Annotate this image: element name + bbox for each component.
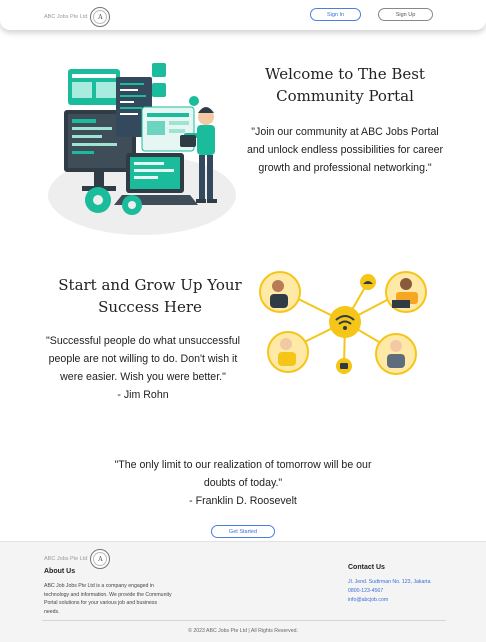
footer: ABC Jobs Pte Ltd A About Us ABC Job Jobs…: [0, 541, 486, 642]
grow-quote-author: - Jim Rohn: [117, 389, 169, 401]
contact-heading: Contact Us: [348, 564, 385, 571]
hero-quote: "Join our community at ABC Jobs Portal a…: [246, 126, 444, 174]
connected-people-network-illustration-icon: [259, 271, 427, 375]
footer-company-seal-logo-icon: A: [90, 549, 111, 569]
grow-quote-text: "Successful people do what unsuccessful …: [46, 335, 240, 383]
company-seal-logo-icon: A: [90, 7, 111, 27]
hero-title: Welcome to The Best Community Portal: [265, 65, 425, 105]
about-heading: About Us: [44, 568, 76, 575]
sign-up-button[interactable]: Sign Up: [378, 8, 433, 21]
contact-address[interactable]: Jl. Jend. Sudirman No. 123, Jakarta: [348, 579, 430, 585]
closing-quote-block: "The only limit to our realization of to…: [110, 456, 376, 510]
developer-workstation-illustration-icon: [48, 63, 236, 235]
brand[interactable]: ABC Jobs Pte Ltd A: [44, 7, 111, 27]
footer-brand-name: ABC Jobs Pte Ltd: [44, 556, 88, 562]
closing-quote-author: - Franklin D. Roosevelt: [189, 495, 297, 507]
copyright: © 2023 ABC Jobs Pte Ltd | All Rights Res…: [188, 628, 298, 634]
grow-title: Start and Grow Up Your Success Here: [58, 276, 242, 316]
closing-quote-text: "The only limit to our realization of to…: [114, 459, 372, 489]
footer-brand[interactable]: ABC Jobs Pte Ltd A: [44, 549, 111, 569]
sign-in-button[interactable]: Sign In: [310, 8, 361, 21]
grow-quote-block: "Successful people do what unsuccessful …: [36, 332, 250, 404]
contact-email-link[interactable]: info@abcjob.com: [348, 597, 388, 603]
contact-phone[interactable]: 0800-123-4567: [348, 588, 383, 594]
about-text: ABC Job Jobs Pte Ltd is a company engage…: [44, 583, 172, 615]
footer-divider: [42, 620, 446, 621]
top-navbar: ABC Jobs Pte Ltd A Sign In Sign Up: [0, 0, 486, 30]
brand-name: ABC Jobs Pte Ltd: [44, 14, 88, 20]
get-started-button[interactable]: Get Started: [211, 525, 275, 538]
